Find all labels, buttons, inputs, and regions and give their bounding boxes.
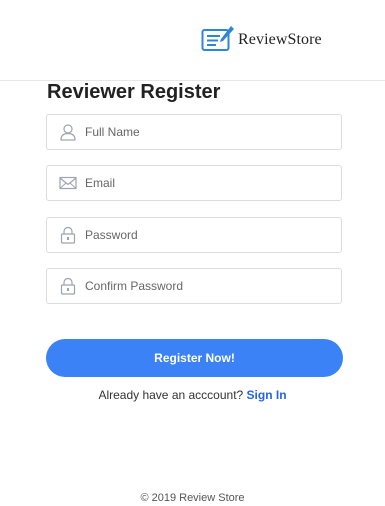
password-field[interactable] — [46, 217, 342, 253]
confirm-password-input[interactable] — [85, 279, 325, 293]
full-name-field[interactable] — [46, 114, 342, 150]
signin-row: Already have an acccount? Sign In — [0, 388, 385, 402]
lock-icon — [57, 224, 79, 246]
signin-prompt: Already have an acccount? — [98, 388, 244, 402]
email-field[interactable] — [46, 165, 342, 201]
brand-logo[interactable]: ReviewStore — [201, 25, 322, 55]
envelope-icon — [57, 172, 79, 194]
lock-icon — [57, 275, 79, 297]
document-pen-icon — [201, 26, 234, 51]
brand-name: ReviewStore — [238, 31, 322, 48]
register-button[interactable]: Register Now! — [46, 339, 343, 377]
header: ReviewStore — [0, 0, 385, 81]
signin-link[interactable]: Sign In — [247, 388, 287, 402]
user-icon — [57, 121, 79, 143]
page-title: Reviewer Register — [47, 81, 221, 103]
email-input[interactable] — [85, 176, 325, 190]
full-name-input[interactable] — [85, 125, 325, 139]
confirm-password-field[interactable] — [46, 268, 342, 304]
footer-copyright: © 2019 Review Store — [140, 492, 245, 504]
password-input[interactable] — [85, 228, 325, 242]
